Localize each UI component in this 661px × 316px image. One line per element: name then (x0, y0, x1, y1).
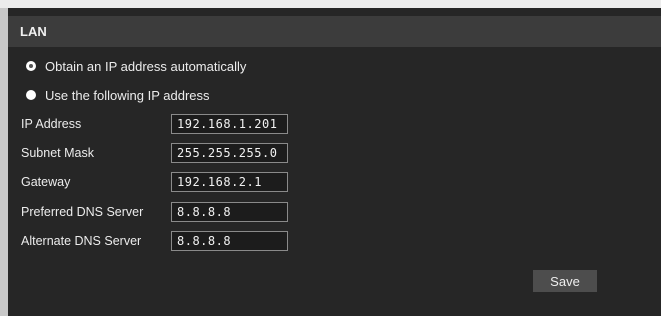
alternate-dns-label: Alternate DNS Server (21, 234, 142, 248)
preferred-dns-input[interactable] (171, 202, 288, 222)
radio-obtain-automatically[interactable]: Obtain an IP address automatically (26, 57, 246, 75)
field-row-ip-address: IP Address (21, 114, 321, 136)
subnet-mask-input[interactable] (171, 143, 288, 163)
field-row-subnet-mask: Subnet Mask (21, 143, 321, 165)
field-row-gateway: Gateway (21, 172, 321, 194)
radio-unselected-icon[interactable] (26, 90, 36, 100)
app-frame: LAN Obtain an IP address automatically U… (0, 0, 661, 316)
left-edge (0, 8, 8, 316)
radio-label-obtain-automatically: Obtain an IP address automatically (45, 58, 247, 74)
panel-header: LAN (8, 16, 661, 47)
radio-label-use-following: Use the following IP address (45, 87, 210, 103)
save-button[interactable]: Save (533, 270, 597, 292)
top-strip (0, 0, 661, 8)
radio-selected-icon[interactable] (26, 61, 36, 71)
alternate-dns-input[interactable] (171, 231, 288, 251)
radio-use-following[interactable]: Use the following IP address (26, 86, 210, 104)
ip-address-label: IP Address (21, 117, 82, 131)
ip-address-input[interactable] (171, 114, 288, 134)
lan-settings-panel: LAN Obtain an IP address automatically U… (8, 8, 661, 316)
preferred-dns-label: Preferred DNS Server (21, 205, 144, 219)
subnet-mask-label: Subnet Mask (21, 146, 94, 160)
section-title: LAN (20, 24, 47, 39)
gateway-label: Gateway (21, 175, 71, 189)
field-row-alternate-dns: Alternate DNS Server (21, 231, 321, 253)
field-row-preferred-dns: Preferred DNS Server (21, 202, 321, 224)
gateway-input[interactable] (171, 172, 288, 192)
